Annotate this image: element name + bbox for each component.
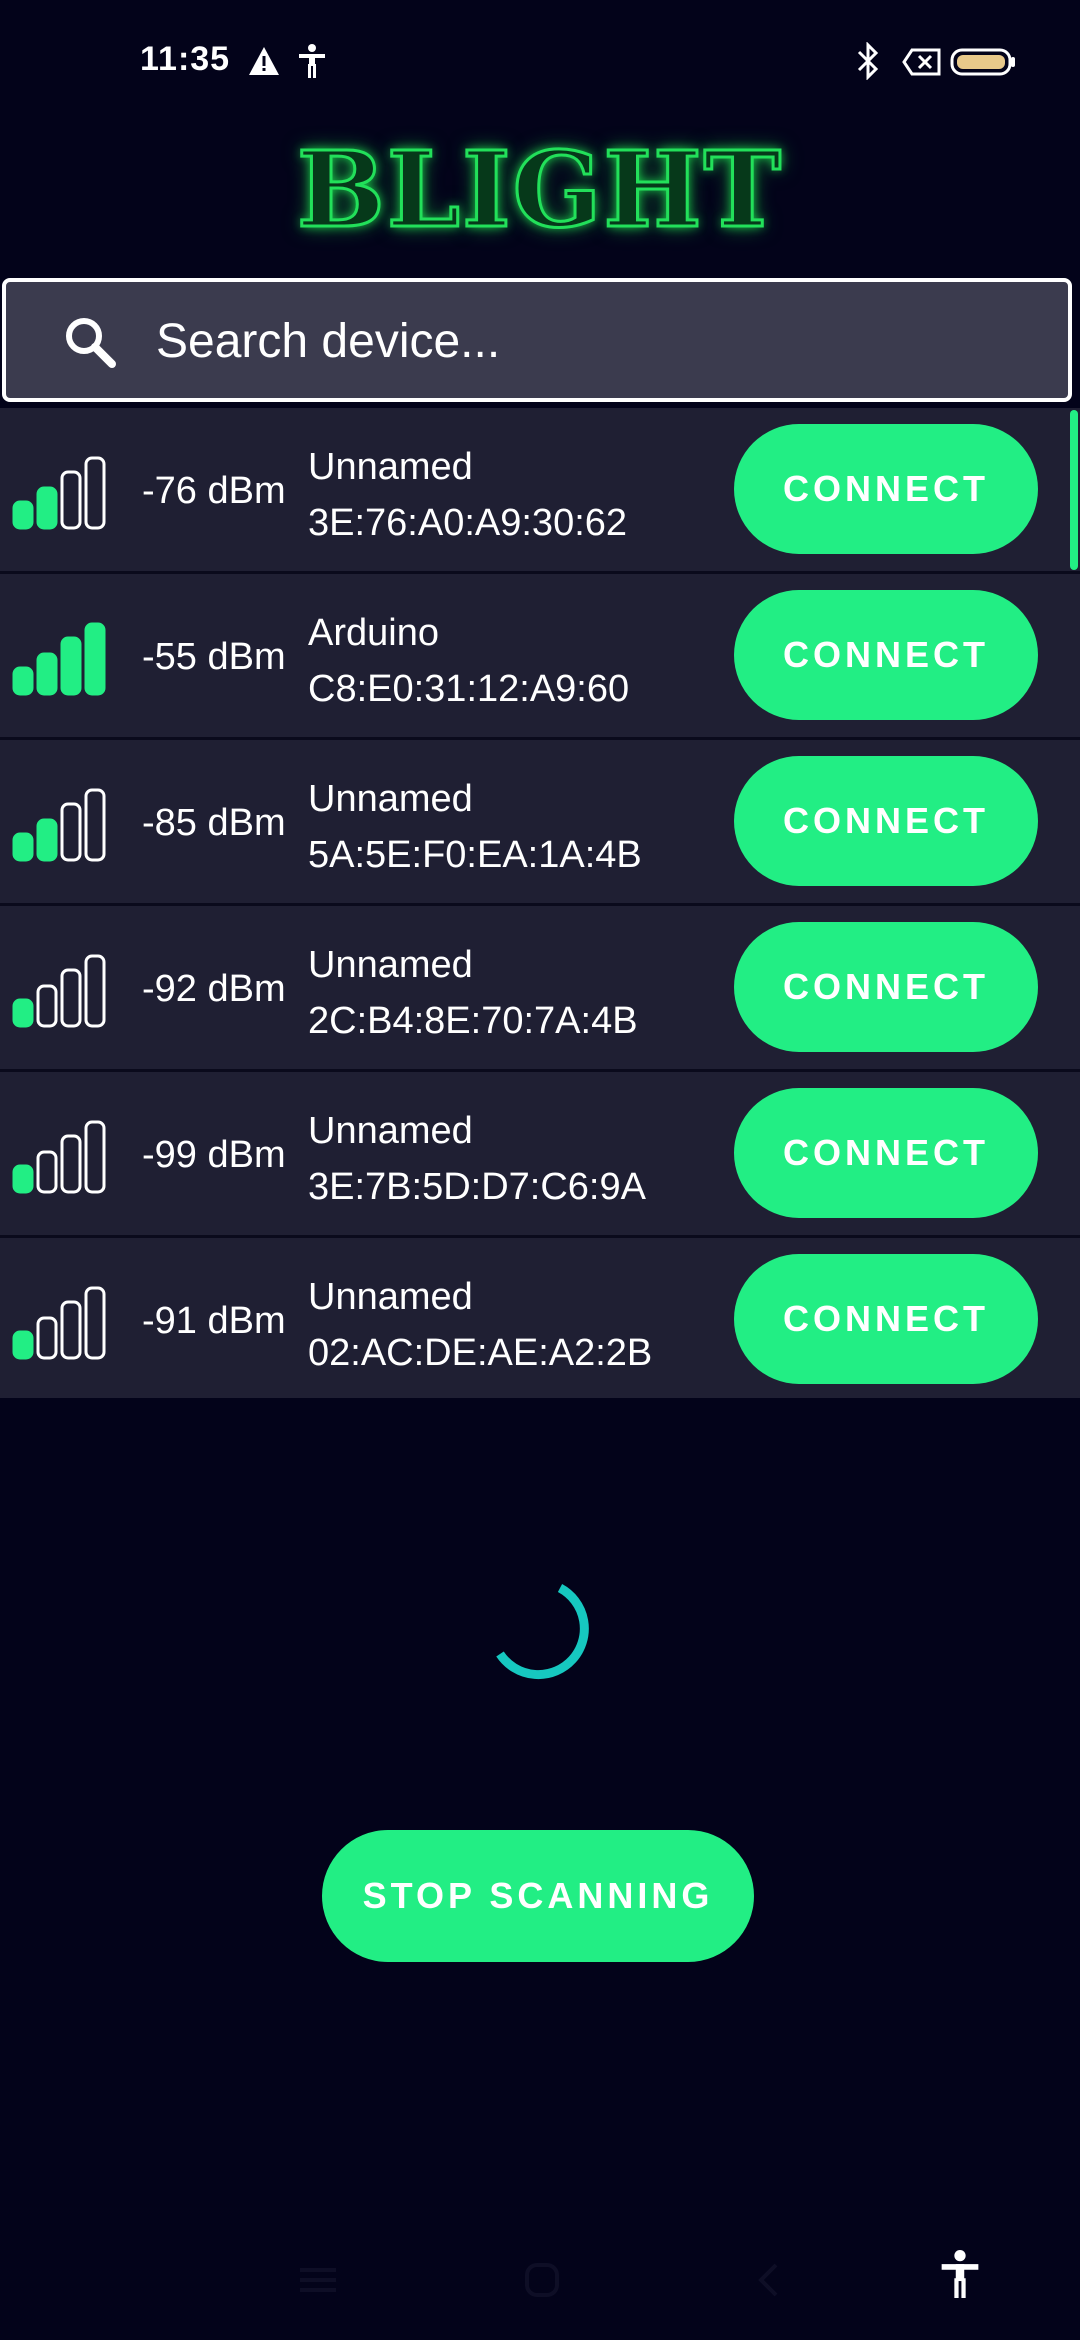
signal-bar (60, 802, 82, 862)
signal-strength-icon (10, 954, 110, 1028)
device-mac-address: C8:E0:31:12:A9:60 (308, 668, 630, 710)
signal-bar (60, 636, 82, 696)
device-rssi: -85 dBm (142, 802, 286, 844)
signal-bar (36, 818, 58, 862)
device-rssi: -99 dBm (142, 1134, 286, 1176)
device-row: -91 dBm Unnamed 02:AC:DE:AE:A2:2B CONNEC… (0, 1238, 1080, 1398)
device-name: Arduino (308, 612, 439, 654)
app-logo: BLIGHT (295, 128, 784, 251)
signal-bar (60, 1134, 82, 1194)
bluetooth-icon (856, 41, 880, 85)
home-icon[interactable] (524, 2262, 560, 2303)
signal-bar (12, 666, 34, 696)
signal-strength-icon (10, 1120, 110, 1194)
device-name: Unnamed (308, 944, 473, 986)
device-rssi: -76 dBm (142, 470, 286, 512)
signal-strength-icon (10, 1286, 110, 1360)
signal-bar (12, 832, 34, 862)
stop-scanning-button[interactable]: STOP SCANNING (322, 1830, 754, 1962)
connect-button[interactable]: CONNECT (734, 1254, 1038, 1384)
menu-icon[interactable] (300, 2266, 336, 2299)
accessibility-icon[interactable] (940, 2250, 980, 2303)
search-icon (62, 314, 118, 370)
device-name: Unnamed (308, 778, 473, 820)
device-name: Unnamed (308, 1110, 473, 1152)
list-scrollbar[interactable] (1070, 410, 1078, 570)
warning-icon (248, 46, 280, 81)
connect-button[interactable]: CONNECT (734, 1088, 1038, 1218)
navigation-bar (0, 2220, 1080, 2340)
signal-bar (84, 788, 106, 862)
connect-button[interactable]: CONNECT (734, 756, 1038, 886)
signal-bar (84, 456, 106, 530)
search-bar[interactable] (2, 278, 1072, 402)
signal-strength-icon (10, 622, 110, 696)
signal-bar (84, 622, 106, 696)
signal-strength-icon (10, 788, 110, 862)
accessibility-icon (298, 44, 326, 83)
search-input[interactable] (154, 304, 1038, 378)
device-mac-address: 2C:B4:8E:70:7A:4B (308, 1000, 638, 1042)
loading-spinner-icon (490, 1578, 594, 1692)
device-row: -99 dBm Unnamed 3E:7B:5D:D7:C6:9A CONNEC… (0, 1072, 1080, 1238)
status-time: 11:35 (140, 40, 231, 78)
signal-bar (84, 954, 106, 1028)
device-row: -92 dBm Unnamed 2C:B4:8E:70:7A:4B CONNEC… (0, 906, 1080, 1072)
device-mac-address: 02:AC:DE:AE:A2:2B (308, 1332, 653, 1374)
signal-bar (12, 500, 34, 530)
device-mac-address: 3E:7B:5D:D7:C6:9A (308, 1166, 646, 1208)
signal-bar (84, 1120, 106, 1194)
signal-strength-icon (10, 456, 110, 530)
signal-bar (84, 1286, 106, 1360)
signal-bar (36, 1316, 58, 1360)
back-icon[interactable] (756, 2262, 780, 2303)
device-rssi: -91 dBm (142, 1300, 286, 1342)
connect-button[interactable]: CONNECT (734, 590, 1038, 720)
signal-bar (12, 998, 34, 1028)
status-bar: 11:35 (0, 0, 1080, 124)
signal-bar (12, 1330, 34, 1360)
connect-button[interactable]: CONNECT (734, 922, 1038, 1052)
device-name: Unnamed (308, 1276, 473, 1318)
device-row: -55 dBm Arduino C8:E0:31:12:A9:60 CONNEC… (0, 574, 1080, 740)
signal-bar (36, 1150, 58, 1194)
device-name: Unnamed (308, 446, 473, 488)
connect-button[interactable]: CONNECT (734, 424, 1038, 554)
device-row: -85 dBm Unnamed 5A:5E:F0:EA:1A:4B CONNEC… (0, 740, 1080, 906)
device-rssi: -92 dBm (142, 968, 286, 1010)
sim-error-icon (902, 48, 942, 81)
device-mac-address: 3E:76:A0:A9:30:62 (308, 502, 628, 544)
signal-bar (60, 1300, 82, 1360)
device-scan-screen: 11:35 BLIGHT Search device... -76 dBm Un… (0, 0, 1080, 2340)
signal-bar (60, 470, 82, 530)
signal-bar (60, 968, 82, 1028)
signal-bar (36, 486, 58, 530)
battery-icon (950, 48, 1016, 81)
signal-bar (36, 652, 58, 696)
signal-bar (12, 1164, 34, 1194)
device-row: -76 dBm Unnamed 3E:76:A0:A9:30:62 CONNEC… (0, 408, 1080, 574)
device-list[interactable]: -76 dBm Unnamed 3E:76:A0:A9:30:62 CONNEC… (0, 408, 1080, 1398)
signal-bar (36, 984, 58, 1028)
device-rssi: -55 dBm (142, 636, 286, 678)
device-mac-address: 5A:5E:F0:EA:1A:4B (308, 834, 642, 876)
